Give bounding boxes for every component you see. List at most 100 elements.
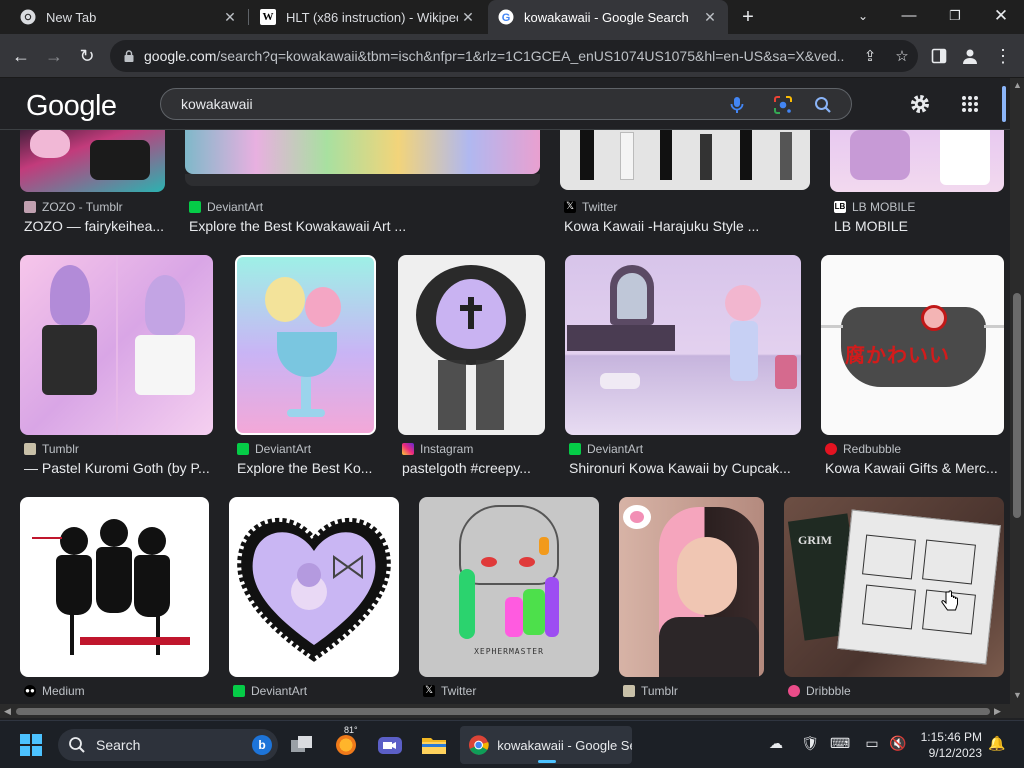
scroll-down-arrow-icon[interactable]: ▼ [1013,690,1022,700]
account-button-edge[interactable] [1002,86,1006,122]
defender-shield-icon[interactable]: 🛡 [800,735,820,755]
result-source[interactable]: ●● Medium [24,684,85,698]
scroll-up-arrow-icon[interactable]: ▲ [1013,80,1022,90]
tab-new-tab[interactable]: New Tab ✕ [0,0,248,34]
google-logo[interactable]: Google [26,90,117,123]
close-window-button[interactable]: ✕ [978,0,1024,34]
tab-google-search[interactable]: G kowakawaii - Google Search ✕ [488,0,728,34]
windows-start-icon[interactable] [20,734,42,756]
volume-muted-icon[interactable]: 🔇 [888,735,908,755]
result-thumbnail[interactable] [830,130,1004,192]
close-tab-icon[interactable]: ✕ [220,9,240,26]
search-box[interactable]: kowakawaii [160,88,852,120]
source-name: DeviantArt [255,442,312,456]
horizontal-scroll-thumb[interactable] [16,708,990,715]
result-thumbnail[interactable]: 腐かわいい [821,255,1004,435]
result-source[interactable]: ZOZO - Tumblr [24,200,123,214]
bing-icon[interactable]: b [252,735,272,755]
reload-icon[interactable]: ↻ [74,43,100,69]
close-tab-icon[interactable]: ✕ [458,9,478,26]
close-tab-icon[interactable]: ✕ [700,9,720,26]
result-source[interactable]: 𝕏 Twitter [564,200,617,214]
new-tab-button[interactable]: + [736,3,760,31]
svg-text:G: G [502,12,511,24]
share-icon[interactable]: ⇪ [854,47,886,65]
back-arrow-icon[interactable]: ← [8,43,34,69]
search-icon[interactable] [811,93,835,117]
file-explorer-icon[interactable] [418,729,450,761]
result-title[interactable]: pastelgoth #creepy... [402,460,542,476]
result-source[interactable]: DeviantArt [569,442,643,456]
google-lens-icon[interactable] [771,93,795,117]
result-thumbnail[interactable] [235,255,376,435]
tab-wikipedia[interactable]: W HLT (x86 instruction) - Wikipedia ✕ [250,0,486,34]
keyboard-icon[interactable]: ⌨ [830,735,850,755]
scroll-right-arrow-icon[interactable]: ▶ [994,706,1001,717]
tab-search-chevron-icon[interactable]: ⌄ [840,0,886,34]
vertical-scrollbar[interactable]: ▲ ▼ [1010,78,1024,704]
taskbar-search-box[interactable]: Search b [58,729,278,761]
result-source[interactable]: LB LB MOBILE [834,200,915,214]
side-panel-icon[interactable] [926,43,952,69]
scroll-left-arrow-icon[interactable]: ◀ [4,706,11,717]
result-source[interactable]: Tumblr [623,684,678,698]
onedrive-icon[interactable]: ☁ [766,735,786,755]
result-thumbnail[interactable] [565,255,801,435]
settings-gear-icon[interactable] [908,92,932,116]
result-thumbnail[interactable] [20,130,165,192]
result-title[interactable]: — Pastel Kuromi Goth (by P... [24,460,214,476]
address-bar[interactable]: google.com/search?q=kowakawaii&tbm=isch&… [110,40,918,72]
result-thumbnail[interactable]: GRIM [784,497,1004,677]
task-view-icon[interactable] [286,729,318,761]
horizontal-scrollbar[interactable]: ◀ ▶ [0,704,1010,718]
taskbar-clock[interactable]: 1:15:46 PM 9/12/2023 [912,729,982,761]
result-thumbnail[interactable] [20,497,209,677]
redbubble-icon [825,443,837,455]
result-title[interactable]: Kowa Kawaii Gifts & Merc... [825,460,1005,476]
result-title[interactable]: Explore the Best Kowakawaii Art ... [189,218,539,234]
scrollbar-corner [1010,704,1024,718]
result-source[interactable]: Instagram [402,442,473,456]
minimize-button[interactable]: — [886,0,932,34]
bookmark-star-icon[interactable]: ☆ [886,47,918,65]
forward-arrow-icon[interactable]: → [41,43,67,69]
result-thumbnail[interactable]: XEPHERMASTER [419,497,599,677]
result-title[interactable]: LB MOBILE [834,218,1004,234]
windows-taskbar: Search b 81° kowakawaii - Google Se ☁ 🛡 … [0,720,1024,768]
result-source[interactable]: DeviantArt [189,200,263,214]
profile-avatar-icon[interactable] [957,43,983,69]
result-thumbnail[interactable] [560,130,810,190]
restore-button[interactable]: ❐ [932,0,978,34]
weather-widget[interactable]: 81° [330,725,362,761]
result-source[interactable]: Redbubble [825,442,901,456]
vertical-scroll-thumb[interactable] [1013,293,1021,518]
result-source[interactable]: DeviantArt [233,684,307,698]
result-thumbnail[interactable] [185,130,540,174]
notification-bell-icon[interactable]: 🔔 [987,735,1007,755]
result-thumbnail[interactable] [398,255,545,435]
lock-icon[interactable] [122,49,136,63]
result-title[interactable]: Shironuri Kowa Kawaii by Cupcak... [569,460,801,476]
result-source[interactable]: Tumblr [24,442,79,456]
taskbar-chrome-button[interactable]: kowakawaii - Google Se [460,726,632,764]
result-thumbnail[interactable] [619,497,764,677]
weather-temperature: 81° [344,725,358,735]
chrome-menu-icon[interactable]: ⋮ [990,43,1016,69]
meet-video-icon[interactable] [374,729,406,761]
search-input[interactable]: kowakawaii [181,96,253,112]
voice-search-mic-icon[interactable] [725,93,749,117]
clock-date: 9/12/2023 [928,746,982,760]
google-apps-grid-icon[interactable] [958,92,982,116]
result-source[interactable]: Dribbble [788,684,851,698]
result-title[interactable]: ZOZO — fairykeihea... [24,218,169,234]
result-thumbnail[interactable] [20,255,213,435]
url-text[interactable]: google.com/search?q=kowakawaii&tbm=isch&… [144,48,844,64]
result-source[interactable]: DeviantArt [237,442,311,456]
result-thumbnail[interactable] [229,497,399,677]
deviantart-icon [189,201,201,213]
result-title[interactable]: Explore the Best Ko... [237,460,377,476]
comic-cover-text: GRIM [798,533,832,547]
result-title[interactable]: Kowa Kawaii -Harajuku Style ... [564,218,814,234]
result-source[interactable]: 𝕏 Twitter [423,684,476,698]
display-icon[interactable]: ▭ [862,735,882,755]
